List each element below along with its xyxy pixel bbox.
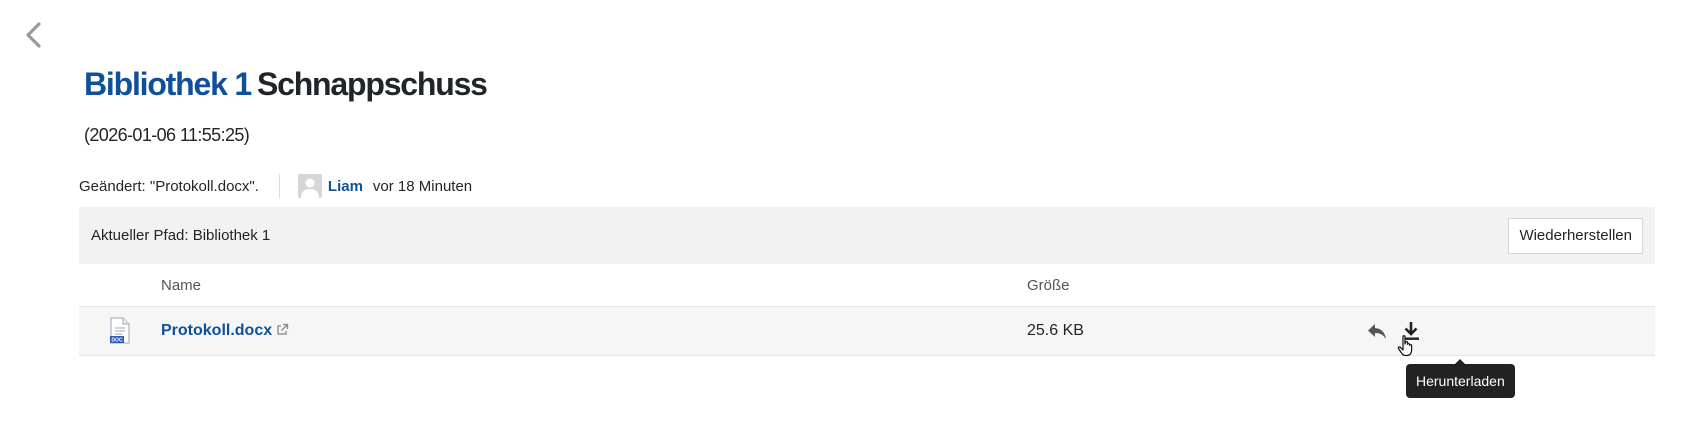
size-column-header: Größe	[1027, 276, 1070, 294]
file-size-cell: 25.6 KB	[1027, 322, 1337, 340]
restore-button[interactable]: Wiederherstellen	[1508, 217, 1643, 254]
user-icon	[300, 178, 319, 198]
commit-info: Geändert: "Protokoll.docx". Liam vor 18 …	[79, 172, 472, 200]
file-name-link[interactable]: Protokoll.docx	[161, 322, 272, 339]
external-link-icon	[277, 323, 289, 335]
name-column-header: Name	[161, 276, 202, 294]
chevron-left-icon	[26, 22, 41, 48]
page-title: Bibliothek 1 Schnappschuss	[84, 66, 488, 103]
avatar	[297, 174, 322, 198]
restore-file-button[interactable]	[1365, 319, 1389, 343]
path-bar: Aktueller Pfad: Bibliothek 1 Wiederherst…	[79, 207, 1655, 264]
download-tooltip: Herunterladen	[1406, 359, 1515, 398]
table-header: Name Größe	[79, 264, 1655, 307]
snapshot-page: Bibliothek 1 Schnappschuss (2026-01-06 11…	[0, 0, 1689, 425]
author-link[interactable]: Liam	[328, 178, 363, 195]
reply-icon	[1368, 324, 1386, 339]
file-table: Name Größe DOC Protokoll.docx 25.6 KB	[79, 264, 1655, 356]
svg-text:DOC: DOC	[111, 338, 123, 344]
divider	[278, 174, 280, 198]
docx-file-icon: DOC	[110, 317, 130, 344]
file-icon-cell: DOC	[79, 317, 161, 345]
snapshot-label: Schnappschuss	[256, 66, 488, 102]
back-button[interactable]	[20, 18, 46, 52]
file-name-cell: Protokoll.docx	[161, 322, 1027, 340]
file-size: 25.6 KB	[1027, 322, 1084, 339]
snapshot-timestamp: (2026-01-06 11:55:25)	[84, 125, 250, 145]
hand-cursor-icon	[1397, 335, 1413, 357]
current-path: Aktueller Pfad: Bibliothek 1	[91, 227, 271, 244]
commit-time: vor 18 Minuten	[372, 177, 473, 195]
table-row: DOC Protokoll.docx 25.6 KB	[79, 307, 1655, 356]
file-operations	[1337, 319, 1655, 343]
repo-name: Bibliothek 1	[84, 66, 252, 102]
commit-description: Geändert: "Protokoll.docx".	[79, 177, 259, 195]
